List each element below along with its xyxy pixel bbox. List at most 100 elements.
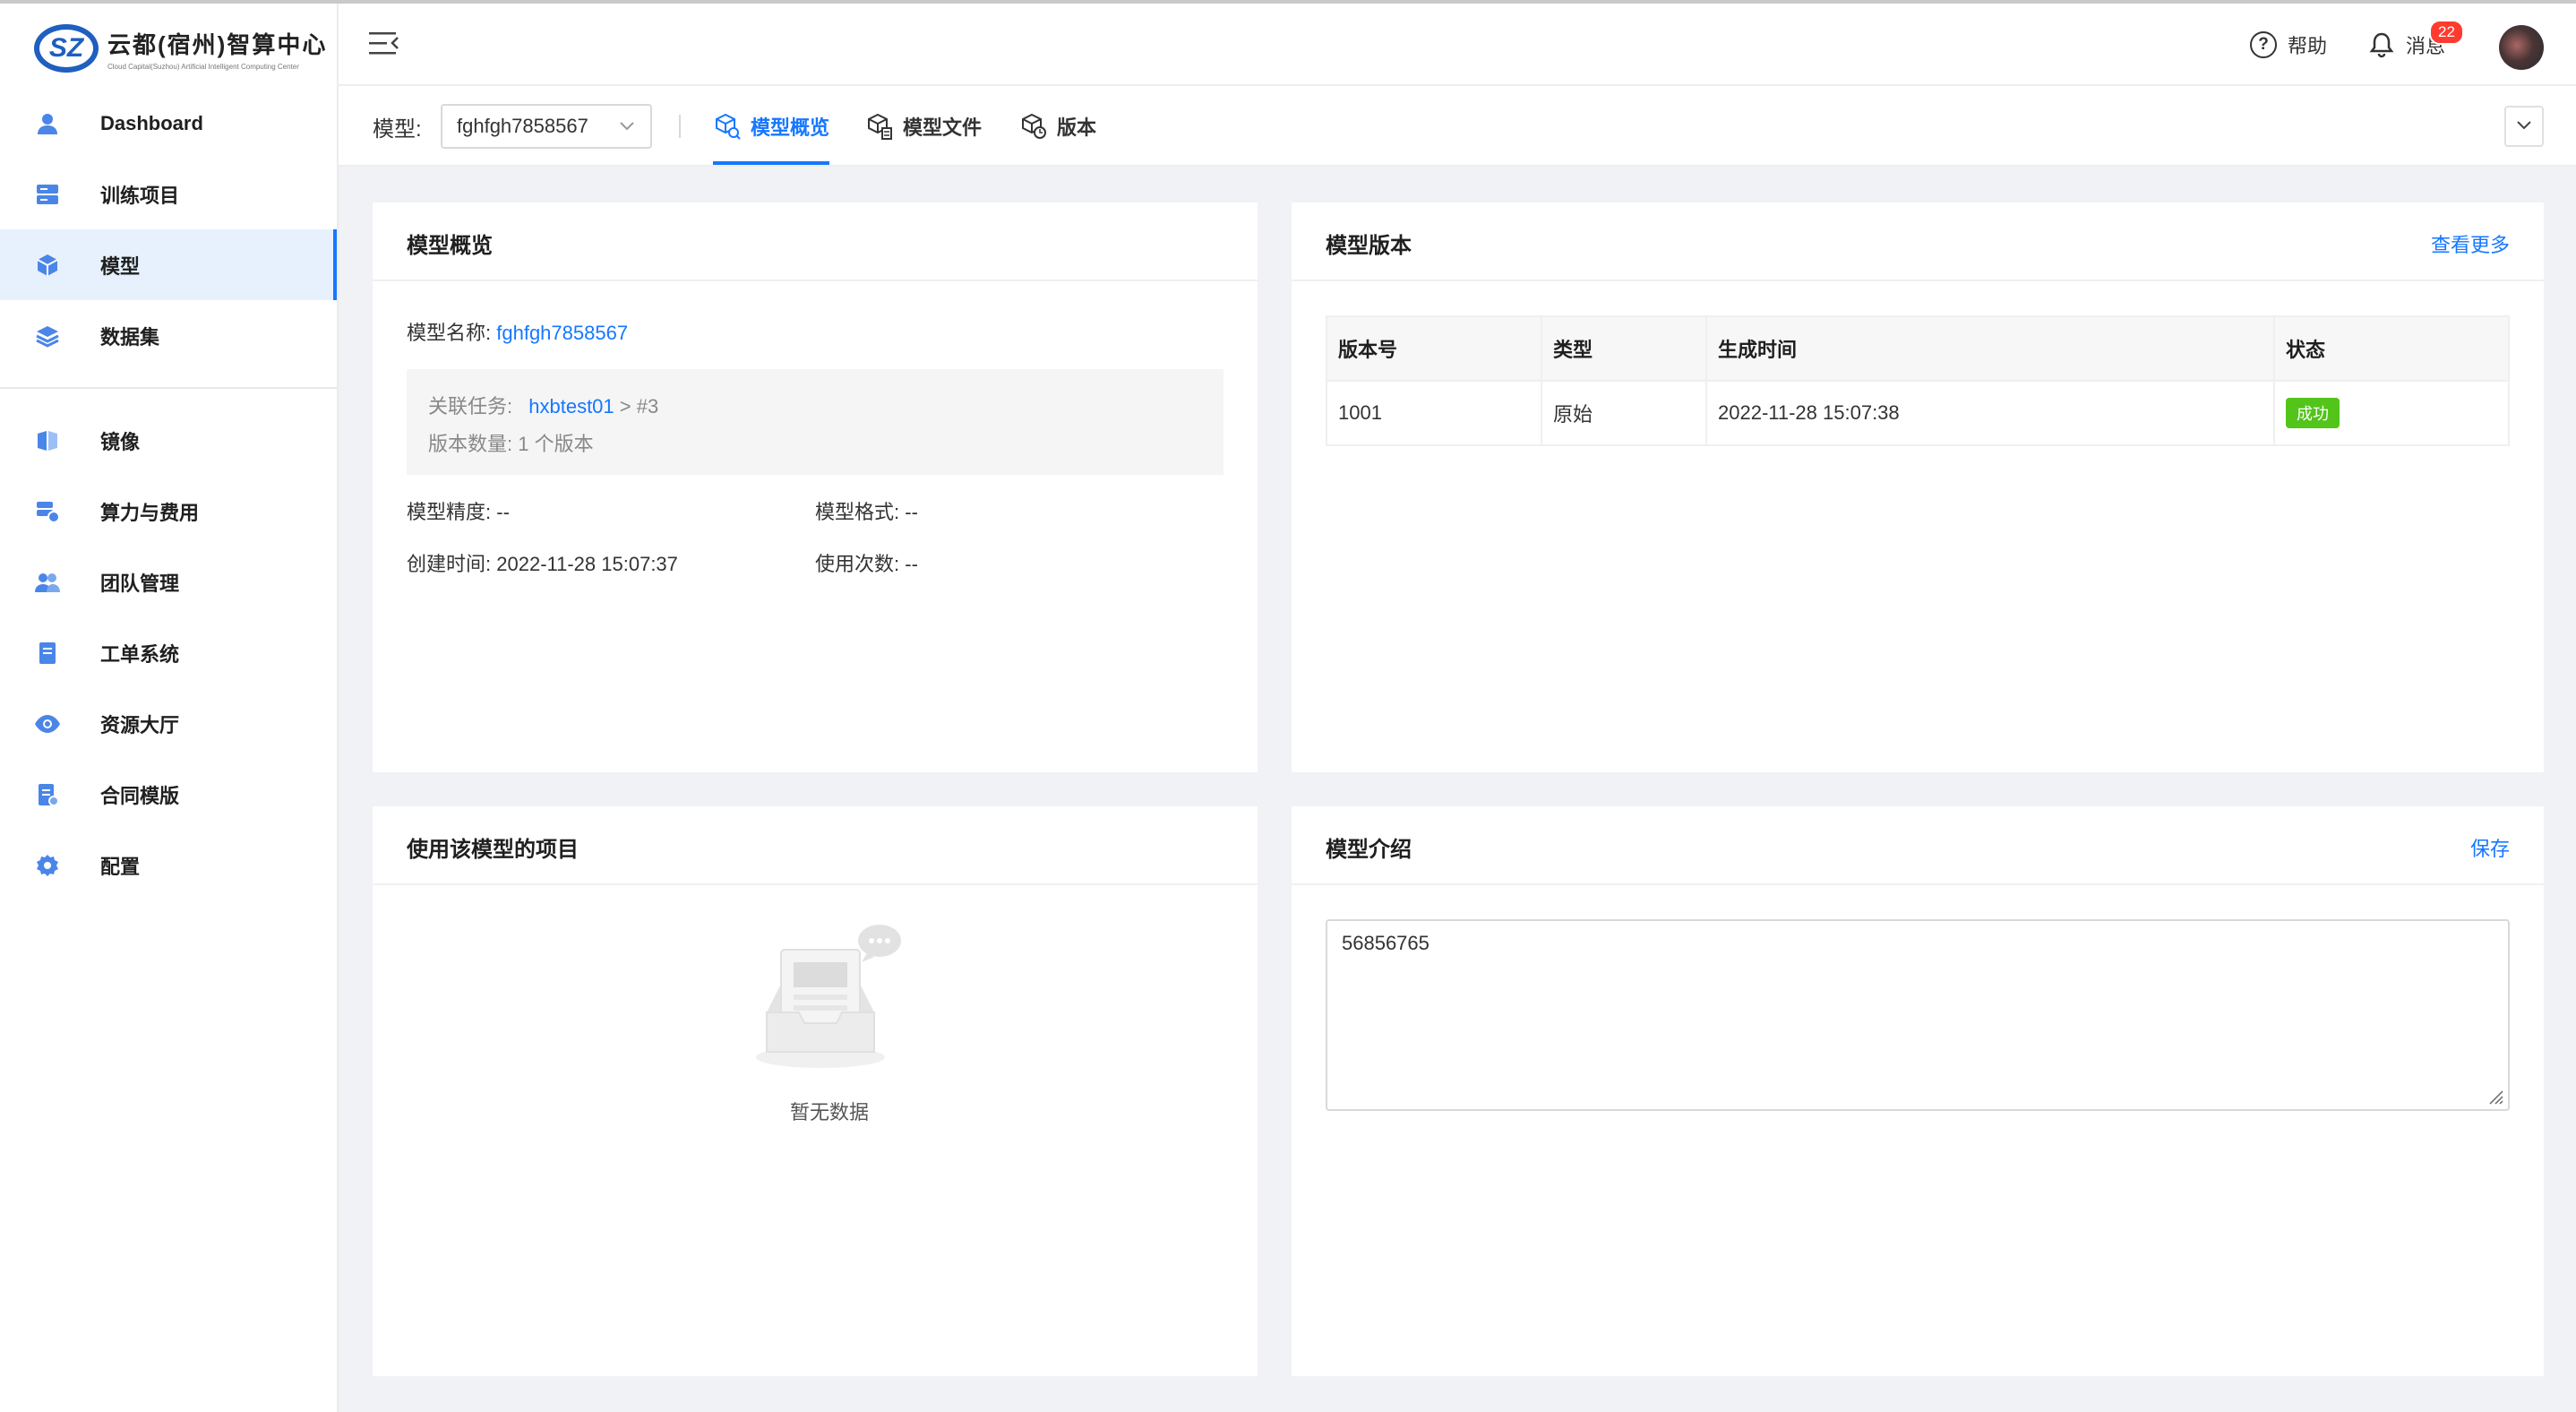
cube-search-icon: [713, 112, 742, 141]
model-select-value: fghfgh7858567: [457, 115, 588, 137]
gear-icon: [34, 852, 61, 879]
intro-card: 模型介绍 保存 56856765: [1292, 806, 2544, 1376]
status-badge: 成功: [2286, 398, 2340, 428]
sidebar-item-label: 配置: [100, 855, 141, 878]
sidebar-item-dashboard[interactable]: Dashboard: [0, 88, 337, 159]
related-task-suffix: > #3: [614, 395, 659, 418]
sidebar-item-settings[interactable]: 配置: [0, 830, 337, 900]
table-header-row: 版本号 类型 生成时间 状态: [1327, 316, 2510, 381]
eye-icon: [34, 710, 61, 737]
created-value: 2022-11-28 15:07:37: [496, 553, 678, 575]
tab-versions[interactable]: 版本: [1019, 108, 1096, 145]
help-label: 帮助: [2288, 35, 2328, 57]
precision-row: 模型精度: --: [407, 496, 510, 525]
versions-card-header: 模型版本 查看更多: [1292, 202, 2544, 281]
intro-text: 56856765: [1342, 932, 1430, 954]
tab-label: 版本: [1057, 116, 1097, 139]
versions-table: 版本号 类型 生成时间 状态 1001 原始 2022-11-28 15:07:…: [1326, 315, 2510, 446]
sidebar-item-label: 数据集: [100, 325, 160, 349]
version-cell: 1001: [1327, 380, 1542, 445]
save-link[interactable]: 保存: [2470, 833, 2510, 862]
server-icon: [34, 181, 61, 208]
sidebar-item-training[interactable]: 训练项目: [0, 159, 337, 229]
resize-handle-icon[interactable]: [2486, 1088, 2504, 1106]
usage-value: --: [905, 553, 918, 575]
format-label: 模型格式:: [815, 501, 900, 523]
messages-count-badge: 22: [2429, 20, 2464, 45]
time-cell: 2022-11-28 15:07:38: [1706, 380, 2275, 445]
help-button[interactable]: ? 帮助: [2250, 30, 2327, 59]
sidebar-item-billing[interactable]: 算力与费用: [0, 476, 337, 547]
precision-label: 模型精度:: [407, 501, 492, 523]
sidebar-item-label: 镜像: [100, 430, 141, 453]
empty-state: 暂无数据: [749, 914, 910, 1124]
bell-icon: [2368, 31, 2395, 58]
sidebar-item-label: 训练项目: [100, 184, 180, 207]
overview-card-header: 模型概览: [373, 202, 1258, 281]
cube-version-icon: [1019, 112, 1048, 141]
sidebar-item-dataset[interactable]: 数据集: [0, 300, 337, 371]
collapse-tabbar-button[interactable]: [2504, 106, 2544, 147]
model-select[interactable]: fghfgh7858567: [441, 104, 652, 149]
brand-subtitle: Cloud Capital(Suzhou) Artificial Intelli…: [107, 62, 299, 71]
table-row[interactable]: 1001 原始 2022-11-28 15:07:38 成功: [1327, 380, 2510, 445]
image-icon: [34, 427, 61, 454]
tab-label: 模型概览: [751, 116, 830, 139]
column-header-status: 状态: [2274, 316, 2510, 381]
projects-title: 使用该模型的项目: [407, 838, 579, 862]
view-more-link[interactable]: 查看更多: [2431, 229, 2510, 258]
precision-value: --: [496, 501, 510, 523]
tab-model-overview[interactable]: 模型概览: [713, 108, 829, 145]
intro-title: 模型介绍: [1326, 838, 1412, 862]
column-header-time: 生成时间: [1706, 316, 2275, 381]
menu-fold-icon[interactable]: [369, 30, 399, 59]
created-row: 创建时间: 2022-11-28 15:07:37: [407, 548, 678, 577]
intro-card-header: 模型介绍 保存: [1292, 806, 2544, 885]
user-icon: [34, 110, 61, 137]
sidebar-item-label: 模型: [100, 254, 141, 278]
active-tab-indicator: [713, 161, 829, 165]
tab-label: 模型文件: [903, 116, 983, 139]
related-task-box: 关联任务: hxbtest01 > #3 版本数量: 1 个版本: [407, 369, 1224, 475]
tabbar-separator: [679, 115, 681, 138]
team-icon: [34, 569, 61, 596]
projects-card: 使用该模型的项目 暂无数据: [373, 806, 1258, 1376]
model-name-row: 模型名称: fghfgh7858567: [407, 317, 628, 346]
layers-icon: [34, 323, 61, 349]
model-name-label: 模型名称:: [407, 322, 492, 344]
sidebar-divider: [0, 387, 337, 389]
sidebar-item-model[interactable]: 模型: [0, 229, 337, 300]
billing-icon: [34, 498, 61, 525]
sidebar-item-contract[interactable]: 合同模版: [0, 759, 337, 830]
column-header-type: 类型: [1541, 316, 1707, 381]
sidebar-item-label: 资源大厅: [100, 713, 180, 736]
sidebar-item-image[interactable]: 镜像: [0, 405, 337, 476]
sidebar-item-team[interactable]: 团队管理: [0, 547, 337, 617]
model-tabbar: 模型: fghfgh7858567 模型概览 模型文件 版本: [339, 86, 2576, 167]
sidebar-item-label: 合同模版: [100, 784, 180, 807]
empty-inbox-icon: [749, 925, 910, 1088]
related-task-link[interactable]: hxbtest01: [528, 395, 614, 418]
usage-label: 使用次数:: [815, 553, 900, 575]
intro-textarea[interactable]: 56856765: [1326, 919, 2510, 1111]
brand-logo[interactable]: SZ 云都(宿州)智算中心 Cloud Capital(Suzhou) Arti…: [34, 22, 327, 75]
tab-model-files[interactable]: 模型文件: [865, 108, 982, 145]
ticket-icon: [34, 640, 61, 667]
format-row: 模型格式: --: [815, 496, 918, 525]
overview-title: 模型概览: [407, 234, 493, 258]
sidebar-item-ticket[interactable]: 工单系统: [0, 617, 337, 688]
type-cell: 原始: [1541, 380, 1707, 445]
column-header-version: 版本号: [1327, 316, 1542, 381]
overview-card: 模型概览 模型名称: fghfgh7858567 关联任务: hxbtest01…: [373, 202, 1258, 772]
brand-text: 云都(宿州)智算中心 Cloud Capital(Suzhou) Artific…: [107, 27, 327, 71]
model-name-link[interactable]: fghfgh7858567: [496, 322, 628, 344]
help-icon: ?: [2250, 31, 2277, 58]
avatar[interactable]: [2499, 25, 2544, 70]
logo-mark-icon: SZ: [34, 24, 99, 73]
projects-card-header: 使用该模型的项目: [373, 806, 1258, 885]
created-label: 创建时间:: [407, 553, 492, 575]
cube-icon: [34, 252, 61, 279]
sidebar-item-resources[interactable]: 资源大厅: [0, 688, 337, 759]
sidebar: SZ 云都(宿州)智算中心 Cloud Capital(Suzhou) Arti…: [0, 4, 339, 1412]
usage-row: 使用次数: --: [815, 548, 918, 577]
